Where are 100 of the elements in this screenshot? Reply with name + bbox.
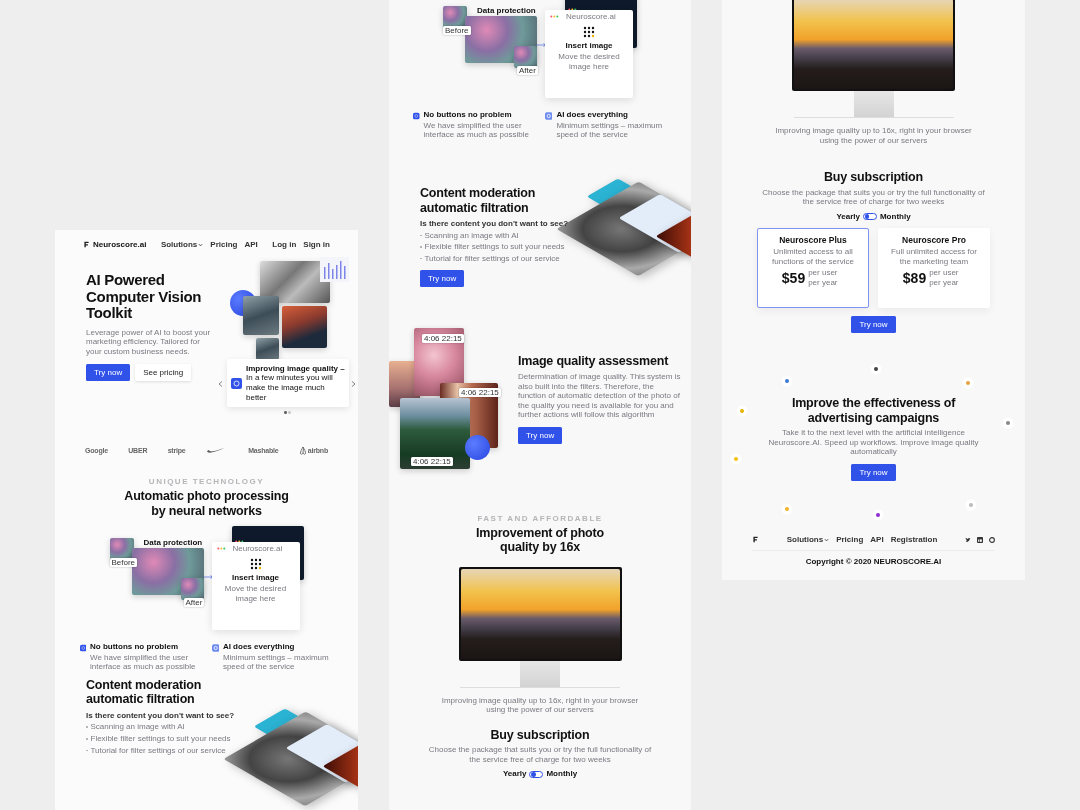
section-lead: Is there content you don't want to see? bbox=[86, 710, 236, 721]
info-icon bbox=[79, 642, 86, 654]
plan-text: Unlimited access to all functions of the service bbox=[771, 247, 855, 267]
social-icon[interactable] bbox=[989, 536, 995, 543]
section-title: Improvement of photo quality by 16x bbox=[475, 525, 605, 555]
window-title: Neuroscore.ai bbox=[232, 544, 283, 554]
card-title: Insert image bbox=[231, 572, 280, 583]
feature-title: No buttons no problem bbox=[423, 110, 513, 120]
feature-title: AI does everything bbox=[556, 110, 629, 120]
feature-title: No buttons no problem bbox=[90, 642, 179, 652]
bar-chart-icon bbox=[320, 257, 349, 282]
try-now-button[interactable]: Try now bbox=[518, 427, 563, 444]
info-icon bbox=[231, 377, 242, 389]
feature-text: We have simplified the user interface as much as possible bbox=[90, 652, 197, 672]
carousel-dot[interactable] bbox=[288, 411, 291, 414]
after-label: After bbox=[517, 66, 538, 75]
logo-icon bbox=[83, 241, 90, 248]
bullet-item: Flexible filter settings to suit your needs bbox=[420, 242, 588, 252]
floating-icon bbox=[781, 375, 793, 387]
floating-icon bbox=[870, 363, 882, 375]
section-eyebrow: FAST AND AFFORDABLE bbox=[477, 513, 603, 523]
monitor-stand bbox=[520, 660, 560, 687]
floating-icon bbox=[736, 405, 748, 417]
card-title: Insert image bbox=[565, 40, 613, 51]
logo-icon bbox=[752, 536, 759, 543]
footer-link[interactable]: Pricing bbox=[836, 535, 864, 544]
price-unit: per user per year bbox=[929, 268, 960, 288]
photo-time-label: 4:06 22:15 bbox=[411, 457, 453, 467]
copyright-text: Copyright © 2020 NEUROSCORE.AI bbox=[804, 556, 943, 567]
arrow-icon bbox=[203, 574, 214, 579]
section-title: Improve the effectiveness of advertising campaigns bbox=[790, 396, 957, 425]
try-now-button[interactable]: Try now bbox=[851, 316, 896, 334]
section-text: Choose the package that suits you or try the full functionality of the service free of charge for two weeks bbox=[427, 745, 653, 765]
feature-text: Minimum settings – maximum speed of the service bbox=[556, 120, 664, 140]
toggle-label: Yearly bbox=[502, 769, 527, 780]
twitter-icon[interactable] bbox=[965, 536, 971, 543]
airbnb-logo-icon bbox=[298, 445, 307, 455]
feature-text: Minimum settings – maximum speed of the service bbox=[222, 652, 330, 672]
info-icon bbox=[413, 110, 420, 122]
chevron-left-icon[interactable] bbox=[218, 381, 223, 387]
billing-toggle[interactable] bbox=[862, 213, 877, 220]
try-now-button[interactable]: Try now bbox=[86, 364, 131, 382]
floating-icon bbox=[1002, 417, 1014, 429]
hero-text: Leverage power of AI to boost your marketing efficiency. Tailored for your custom business needs. bbox=[86, 327, 212, 357]
try-now-button[interactable]: Try now bbox=[420, 270, 465, 288]
section-title: Automatic photo processing by neural networks bbox=[123, 489, 290, 518]
window-title: Neuroscore.ai bbox=[566, 12, 616, 22]
bullet-item: Scanning an image with AI bbox=[86, 722, 254, 732]
dots-grid-icon bbox=[583, 25, 595, 39]
linkedin-icon[interactable] bbox=[977, 536, 983, 543]
nav-link[interactable]: Pricing bbox=[210, 240, 238, 249]
window-controls-icon bbox=[234, 540, 245, 543]
toggle-label: Monthly bbox=[879, 211, 911, 222]
photo-placeholder bbox=[282, 306, 327, 348]
feature-title: AI does everything bbox=[222, 642, 296, 652]
caret-icon bbox=[198, 242, 204, 247]
nav-link[interactable]: API bbox=[244, 240, 258, 249]
monitor-caption: Improving image quality up to 16x, right in your browser using the power of our servers bbox=[774, 126, 973, 146]
window-controls-icon bbox=[216, 547, 227, 551]
nav-link[interactable]: Sign in bbox=[303, 240, 330, 249]
billing-toggle[interactable] bbox=[529, 770, 544, 778]
after-label: After bbox=[183, 598, 205, 607]
before-label: Before bbox=[443, 26, 471, 35]
nav-link[interactable]: Solutions bbox=[160, 240, 204, 249]
section-title: Buy subscription bbox=[824, 170, 923, 185]
carousel-dot[interactable] bbox=[284, 411, 287, 414]
monitor-caption: Improving image quality up to 16x, right in your browser using the power of our servers bbox=[440, 695, 640, 715]
section-eyebrow: UNIQUE TECHNOLOGY bbox=[148, 477, 265, 486]
section-title: Content moderation automatic filtration bbox=[420, 186, 537, 216]
footer-link[interactable]: API bbox=[870, 535, 884, 544]
pricing-button[interactable]: See pricing bbox=[135, 364, 192, 382]
floating-icon bbox=[962, 377, 974, 389]
toggle-label: Yearly bbox=[836, 211, 860, 222]
card-text: Move the desired image here bbox=[223, 584, 288, 604]
nav-link[interactable]: Log in bbox=[272, 240, 297, 249]
bullet-item: Tutorial for filter settings of our service bbox=[86, 745, 254, 756]
floating-icon bbox=[730, 453, 742, 465]
section-lead: Is there content you don't want to see? bbox=[420, 219, 570, 229]
bullet-item: Scanning an image with AI bbox=[420, 230, 588, 241]
feature-text: We have simplified the user interface as much as possible bbox=[423, 120, 530, 140]
window-controls-icon bbox=[568, 8, 578, 11]
footer-link[interactable]: Solutions bbox=[786, 535, 830, 544]
section-title: Image quality assessment bbox=[518, 353, 670, 369]
floating-icon bbox=[781, 503, 793, 515]
section-title: Buy subscription bbox=[490, 727, 590, 743]
photo-placeholder bbox=[256, 338, 279, 360]
arrow-icon bbox=[537, 42, 547, 47]
footer-link[interactable]: Registration bbox=[890, 535, 938, 544]
monitor-stand bbox=[853, 91, 894, 117]
section-text: Determination of image quality. This system is also built into the filters. Therefore, the function of automatic detection of the photo of the quality you need is available for you and further actions will follow this algorithm bbox=[518, 372, 682, 420]
before-label: Before bbox=[109, 558, 138, 567]
photo-caption: Data protection bbox=[477, 6, 536, 16]
toggle-label: Monthly bbox=[546, 769, 578, 780]
caret-icon bbox=[824, 537, 830, 542]
bullet-item: Flexible filter settings to suit your needs bbox=[86, 733, 254, 744]
floating-icon bbox=[872, 509, 884, 521]
dots-grid-icon bbox=[249, 557, 262, 571]
chevron-right-icon[interactable] bbox=[351, 381, 356, 387]
try-now-button[interactable]: Try now bbox=[851, 463, 896, 481]
card-text: Move the desired image here bbox=[557, 52, 621, 72]
